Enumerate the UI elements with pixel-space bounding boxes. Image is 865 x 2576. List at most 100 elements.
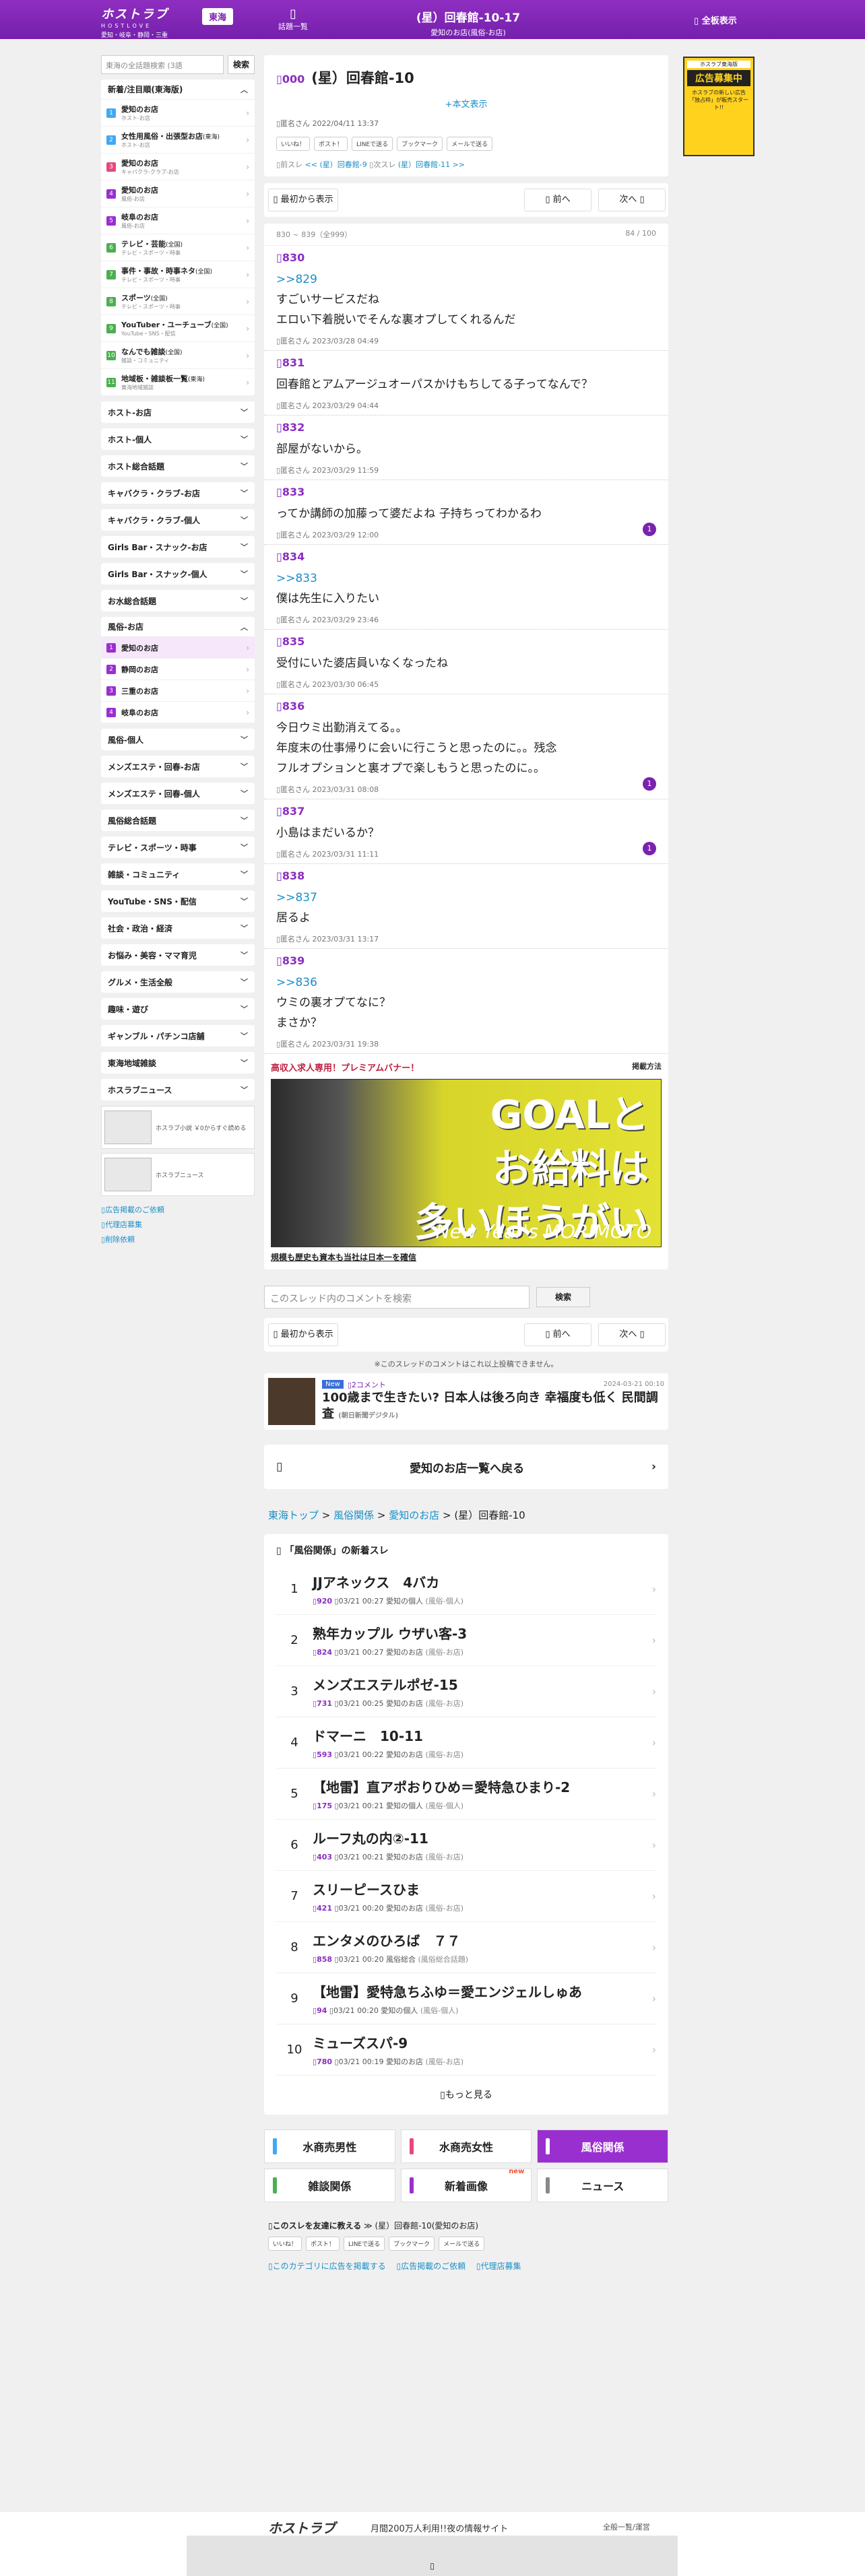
category-tab[interactable]: 水商売女性 xyxy=(400,2129,532,2163)
thread-search-button[interactable]: 検索 xyxy=(536,1287,590,1307)
sidebar-category[interactable]: ギャンブル・パチンコ店舗 ﹀ xyxy=(101,1025,255,1047)
new-thread-row[interactable]: 4 ドマーニ 10-11 ▯593 ▯03/21 00:22 愛知のお店 (風俗-お… xyxy=(276,1717,656,1769)
more-button[interactable]: ▯もっと見る xyxy=(276,2088,656,2101)
sidebar-hot-item[interactable]: 7 事件・事故・時事ネタ(全国) テレビ・スポーツ・時事 › xyxy=(101,261,255,288)
category-tab[interactable]: 水商売男性 xyxy=(264,2129,395,2163)
first-button[interactable]: ▯ 最初から表示 xyxy=(268,1323,338,1346)
category-tab[interactable]: 新着画像 new xyxy=(400,2168,532,2202)
line-share-button[interactable]: LINEで送る xyxy=(344,2237,385,2251)
x-post-button[interactable]: ポスト！ xyxy=(306,2237,340,2251)
sidebar-hot-item[interactable]: 5 岐阜のお店 風俗-お店 › xyxy=(101,207,255,234)
sidebar-category[interactable]: 趣味・遊び ﹀ xyxy=(101,998,255,1020)
sidebar-hot-item[interactable]: 4 愛知のお店 風俗-お店 › xyxy=(101,180,255,207)
sidebar-hot-item[interactable]: 2 女性用風俗・出張型お店(東海) ホスト-お店 › xyxy=(101,127,255,154)
sidebar-category[interactable]: お水総合話題 ﹀ xyxy=(101,590,255,612)
new-thread-row[interactable]: 3 メンズエステルポゼ-15 ▯731 ▯03/21 00:25 愛知のお店 (風俗… xyxy=(276,1666,656,1717)
category-header[interactable]: グルメ・生活全般 ﹀ xyxy=(101,971,255,993)
new-thread-row[interactable]: 10 ミューズスパ-9 ▯780 ▯03/21 00:19 愛知のお店 (風俗-お店… xyxy=(276,2024,656,2076)
response-number[interactable]: ▯833 xyxy=(276,486,656,498)
right-ad-banner[interactable]: ホスラブ東海版 広告募集中 ホスラブの新しい広告「独占枠」が販売スタート!! xyxy=(683,57,755,156)
sidebar-hot-item[interactable]: 6 テレビ・芸能(全国) テレビ・スポーツ・時事 › xyxy=(101,234,255,261)
sidebar-category[interactable]: キャバクラ・クラブ-お店 ﹀ xyxy=(101,482,255,504)
footer-logo[interactable]: ホストラブ xyxy=(268,2517,335,2537)
novel-banner[interactable]: ホスラブ小説 ￥0からすぐ読める xyxy=(101,1106,255,1149)
category-header[interactable]: ホスト-お店 ﹀ xyxy=(101,401,255,423)
news-article[interactable]: New ▯2コメント 2024-03-21 00:10 100歳まで生きたい? 日本… xyxy=(264,1373,668,1430)
response-number[interactable]: ▯830 xyxy=(276,251,656,264)
site-logo[interactable]: ホストラブ HOSTLOVE 愛知・岐阜・静岡・三重 xyxy=(101,5,168,39)
breadcrumb-top[interactable]: 東海トップ xyxy=(268,1509,319,1521)
reply-anchor[interactable]: >>837 xyxy=(276,888,656,908)
next-button[interactable]: 次へ ▯ xyxy=(598,189,666,211)
category-header[interactable]: 風俗-個人 ﹀ xyxy=(101,729,255,750)
reply-anchor[interactable]: >>836 xyxy=(276,972,656,993)
sidebar-category[interactable]: Girls Bar・スナック-個人 ﹀ xyxy=(101,563,255,585)
mail-share-button[interactable]: メールで送る xyxy=(439,2237,485,2251)
fuzoku-item[interactable]: 2 静岡のお店 › xyxy=(101,659,255,680)
footer-right-link[interactable]: 全般一覧/運営 xyxy=(603,2521,650,2532)
advertise-category-link[interactable]: ▯このカテゴリに広告を掲載する xyxy=(268,2261,386,2271)
sidebar-category[interactable]: 東海地域雑談 ﹀ xyxy=(101,1052,255,1074)
new-thread-row[interactable]: 9 【地雷】愛特急ちふゆ＝愛エンジェルしゅあ ▯94 ▯03/21 00:20 愛知… xyxy=(276,1973,656,2024)
region-button[interactable]: 東海 xyxy=(202,8,234,25)
new-thread-row[interactable]: 5 【地雷】直アポおりひめ＝愛特急ひまり-2 ▯175 ▯03/21 00:21 愛… xyxy=(276,1769,656,1820)
fuzoku-item[interactable]: 3 三重のお店 › xyxy=(101,680,255,702)
category-header[interactable]: ホスト総合話題 ﹀ xyxy=(101,455,255,477)
reply-count-badge[interactable]: 1 xyxy=(643,523,656,536)
ad-request-link[interactable]: ▯広告掲載のご依頼 xyxy=(101,1203,255,1218)
response-number[interactable]: ▯834 xyxy=(276,550,656,563)
response-number[interactable]: ▯837 xyxy=(276,805,656,818)
full-view-button[interactable]: ▯ 全板表示 xyxy=(694,13,737,26)
sidebar-hot-item[interactable]: 8 スポーツ(全国) テレビ・スポーツ・時事 › xyxy=(101,288,255,315)
facebook-like-button[interactable]: いいね！ xyxy=(268,2237,302,2251)
category-header[interactable]: 風俗総合話題 ﹀ xyxy=(101,810,255,831)
new-thread-row[interactable]: 2 熟年カップル ウザい客-3 ▯824 ▯03/21 00:27 愛知のお店 (風… xyxy=(276,1615,656,1666)
search-button[interactable]: 検索 xyxy=(228,55,255,74)
premium-banner-image[interactable]: GOALとお給料は多いほうがいい New Year's MORIMOTO xyxy=(271,1079,662,1247)
premium-how-link[interactable]: 掲載方法 xyxy=(632,1061,662,1074)
sidebar-hot-item[interactable]: 11 地域板・雑談板一覧(東海) 東海地域雑談 › xyxy=(101,369,255,396)
response-number[interactable]: ▯839 xyxy=(276,954,656,967)
fuzoku-header[interactable]: 風俗-お店 ︿ xyxy=(101,617,255,637)
next-thread-link[interactable]: (星）回春館-11 >> xyxy=(398,160,465,169)
line-share-button[interactable]: LINEで送る xyxy=(352,137,393,151)
x-post-button[interactable]: ポスト！ xyxy=(314,137,348,151)
sidebar-category[interactable]: Girls Bar・スナック-お店 ﹀ xyxy=(101,536,255,558)
category-header[interactable]: メンズエステ・回春-個人 ﹀ xyxy=(101,783,255,804)
sidebar-category[interactable]: 雑談・コミュニティ ﹀ xyxy=(101,863,255,885)
mail-share-button[interactable]: メールで送る xyxy=(447,137,493,151)
first-button[interactable]: ▯ 最初から表示 xyxy=(268,189,338,211)
sidebar-category[interactable]: 社会・政治・経済 ﹀ xyxy=(101,917,255,939)
category-header[interactable]: ホスト-個人 ﹀ xyxy=(101,428,255,450)
response-number[interactable]: ▯836 xyxy=(276,700,656,713)
sidebar-hot-item[interactable]: 9 YouTuber・ユーチューブ(全国) YouTube・SNS・配信 › xyxy=(101,315,255,342)
facebook-like-button[interactable]: いいね！ xyxy=(276,137,311,151)
delete-request-link[interactable]: ▯削除依頼 xyxy=(101,1232,255,1247)
category-tab[interactable]: ニュース xyxy=(537,2169,668,2202)
category-header[interactable]: ギャンブル・パチンコ店舗 ﹀ xyxy=(101,1025,255,1047)
fuzoku-item[interactable]: 4 岐阜のお店 › xyxy=(101,702,255,723)
agency-link[interactable]: ▯代理店募集 xyxy=(101,1218,255,1232)
prev-button[interactable]: ▯ 前へ xyxy=(524,189,591,211)
sidebar-category[interactable]: メンズエステ・回春-お店 ﹀ xyxy=(101,756,255,777)
sidebar-category[interactable]: ホスト総合話題 ﹀ xyxy=(101,455,255,477)
sidebar-category[interactable]: ホスト-個人 ﹀ xyxy=(101,428,255,450)
response-number[interactable]: ▯832 xyxy=(276,421,656,434)
sidebar-category[interactable]: メンズエステ・回春-個人 ﹀ xyxy=(101,783,255,804)
back-to-list-button[interactable]: ▯ 愛知のお店一覧へ戻る › xyxy=(264,1445,668,1489)
bookmark-button[interactable]: ブックマーク xyxy=(397,137,443,151)
response-number[interactable]: ▯831 xyxy=(276,356,656,369)
response-number[interactable]: ▯838 xyxy=(276,869,656,882)
sidebar-category[interactable]: ホスラブニュース ﹀ xyxy=(101,1079,255,1100)
prev-thread-link[interactable]: << (星）回春館-9 xyxy=(305,160,367,169)
thread-list-button[interactable]: ▯ 話題一覧 xyxy=(273,7,313,32)
category-header[interactable]: 東海地域雑談 ﹀ xyxy=(101,1052,255,1074)
reply-anchor[interactable]: >>833 xyxy=(276,568,656,589)
breadcrumb-category[interactable]: 風俗関係 xyxy=(333,1509,374,1521)
sidebar-hot-item[interactable]: 10 なんでも雑談(全国) 雑談・コミュニティ › xyxy=(101,342,255,369)
sidebar-category[interactable]: お悩み・美容・ママ育児 ﹀ xyxy=(101,944,255,966)
category-tab[interactable]: 雑談関係 xyxy=(264,2169,395,2202)
search-input[interactable]: 東海の全話題検索 (3語 xyxy=(101,55,224,74)
category-header[interactable]: ホスラブニュース ﹀ xyxy=(101,1079,255,1100)
new-thread-row[interactable]: 1 JJアネックス 4バカ ▯920 ▯03/21 00:27 愛知の個人 (風俗-… xyxy=(276,1564,656,1615)
